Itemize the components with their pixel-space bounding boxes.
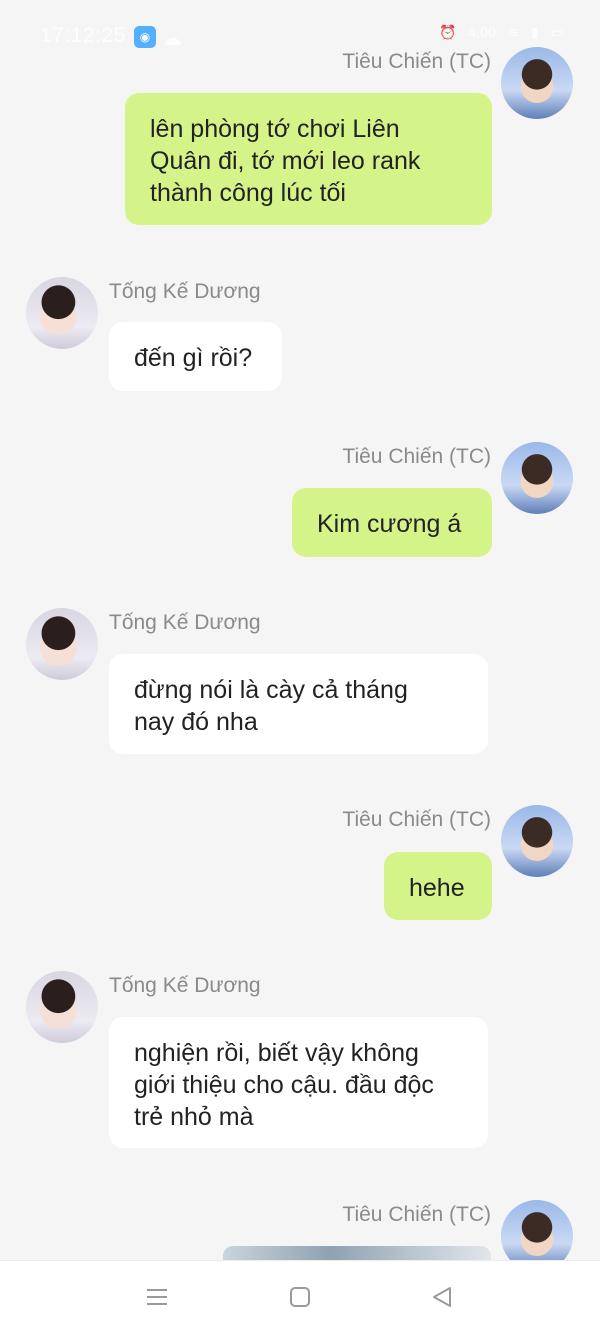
status-time: 17:12:25 (40, 24, 126, 47)
message-line: lên phòng tớ chơi Liên (150, 115, 400, 143)
message-line: đừng nói là cày cả tháng (134, 676, 408, 704)
message-line: Kim cương á (317, 510, 462, 538)
home-icon[interactable] (288, 1285, 312, 1309)
battery-icon: ▭ (550, 24, 564, 40)
status-right-icons: ⏰ 4,00 ≋ ▮ ▭ (431, 24, 564, 41)
avatar[interactable] (26, 971, 98, 1043)
avatar[interactable] (501, 47, 573, 119)
message-line: nay đó nha (134, 708, 258, 736)
sender-name: Tống Kế Dương (109, 280, 261, 303)
message-bubble-incoming[interactable]: đừng nói là cày cả tháng nay đó nha (109, 654, 488, 754)
avatar[interactable] (26, 277, 98, 349)
network-speed: 4,00 (468, 24, 496, 40)
message-bubble-outgoing[interactable]: Kim cương á (292, 488, 492, 557)
message-line: hehe (409, 874, 465, 902)
avatar[interactable] (501, 442, 573, 514)
navigation-bar (0, 1260, 600, 1334)
message-bubble-outgoing[interactable]: lên phòng tớ chơi Liên Quân đi, tớ mới l… (125, 93, 492, 225)
sender-name: Tiêu Chiến (TC) (342, 445, 491, 468)
sender-name: Tiêu Chiến (TC) (342, 808, 491, 831)
message-bubble-incoming[interactable]: đến gì rồi? (109, 322, 282, 391)
message-line: nghiện rồi, biết vậy không (134, 1039, 419, 1067)
message-line: Quân đi, tớ mới leo rank (150, 147, 421, 175)
wifi-icon: ≋ (507, 24, 520, 40)
back-icon[interactable] (430, 1285, 454, 1309)
message-line: đến gì rồi? (134, 344, 253, 372)
message-line: trẻ nhỏ mà (134, 1103, 254, 1131)
signal-icon: ▮ (531, 24, 539, 40)
menu-icon[interactable] (145, 1285, 169, 1309)
alarm-icon: ⏰ (439, 24, 457, 40)
avatar[interactable] (501, 805, 573, 877)
avatar[interactable] (26, 608, 98, 680)
message-bubble-outgoing[interactable]: hehe (384, 852, 492, 920)
message-bubble-incoming[interactable]: nghiện rồi, biết vậy không giới thiệu ch… (109, 1017, 488, 1148)
message-line: thành công lúc tối (150, 179, 346, 207)
sender-name: Tiêu Chiến (TC) (342, 50, 491, 73)
sender-name: Tống Kế Dương (109, 611, 261, 634)
sender-name: Tiêu Chiến (TC) (342, 1203, 491, 1226)
message-line: giới thiệu cho cậu. đầu độc (134, 1071, 434, 1099)
cloud-icon: ☁ (162, 28, 182, 50)
app-notification-icon: ◉ (134, 26, 156, 48)
sender-name: Tống Kế Dương (109, 974, 261, 997)
